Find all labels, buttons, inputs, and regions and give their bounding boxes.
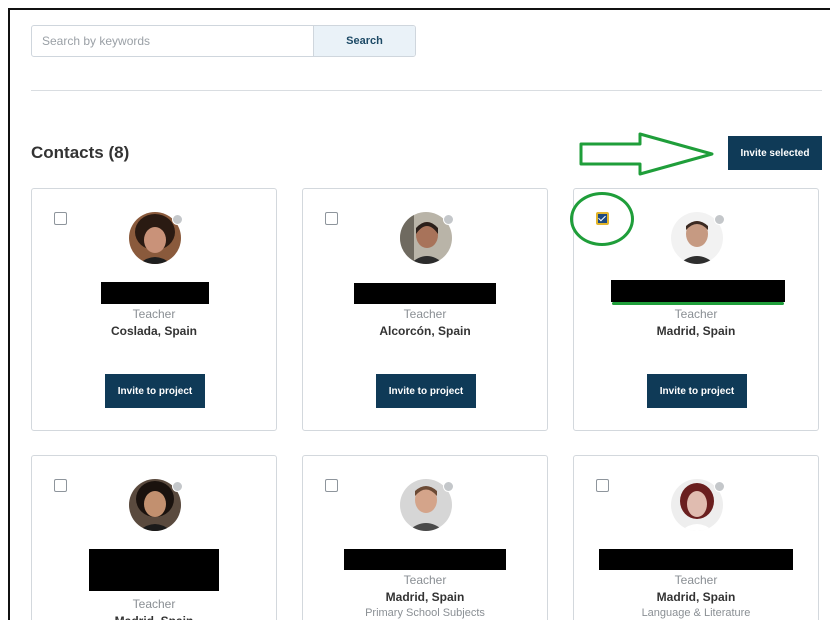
contact-location: Coslada, Spain bbox=[110, 324, 198, 338]
select-checkbox[interactable] bbox=[54, 212, 67, 225]
search-button[interactable]: Search bbox=[313, 26, 415, 56]
contact-card: Teacher Coslada, Spain Invite to project bbox=[31, 188, 277, 431]
select-checkbox[interactable] bbox=[596, 479, 609, 492]
contact-subject: Language & Literature bbox=[641, 607, 751, 619]
contacts-heading: Contacts (8) bbox=[31, 143, 130, 162]
contact-role: Teacher bbox=[403, 573, 447, 587]
invite-selected-button[interactable]: Invite selected bbox=[728, 136, 822, 170]
contact-role: Teacher bbox=[674, 307, 718, 321]
select-checkbox[interactable] bbox=[54, 479, 67, 492]
search-bar: Search bbox=[31, 25, 416, 57]
contact-card: Teacher Madrid, Spain bbox=[31, 455, 277, 630]
invite-to-project-button[interactable]: Invite to project bbox=[376, 374, 476, 408]
redacted-name bbox=[354, 283, 496, 304]
search-input[interactable] bbox=[32, 26, 313, 56]
redacted-name bbox=[89, 549, 219, 591]
annotation-arrow-icon bbox=[579, 132, 714, 176]
contact-role: Teacher bbox=[132, 597, 176, 611]
contact-role: Teacher bbox=[132, 307, 176, 321]
contact-location: Alcorcón, Spain bbox=[379, 324, 471, 338]
contact-subject: Primary School Subjects bbox=[365, 607, 485, 619]
contact-location: Madrid, Spain bbox=[656, 324, 736, 338]
select-checkbox[interactable] bbox=[325, 212, 338, 225]
annotation-circle bbox=[570, 192, 634, 246]
online-status-dot bbox=[172, 214, 183, 225]
screenshot-border-left bbox=[8, 8, 10, 620]
online-status-dot bbox=[443, 214, 454, 225]
contact-role: Teacher bbox=[403, 307, 447, 321]
online-status-dot bbox=[714, 214, 725, 225]
select-checkbox[interactable] bbox=[325, 479, 338, 492]
contact-role: Teacher bbox=[674, 573, 718, 587]
contact-card: Teacher Madrid, Spain Primary School Sub… bbox=[302, 455, 548, 630]
redacted-name bbox=[599, 549, 793, 570]
redacted-name bbox=[344, 549, 506, 570]
online-status-dot bbox=[172, 481, 183, 492]
contact-location: Madrid, Spain bbox=[385, 590, 465, 604]
redacted-name bbox=[101, 282, 209, 304]
online-status-dot bbox=[443, 481, 454, 492]
screenshot-border-top bbox=[8, 8, 830, 10]
annotation-underline bbox=[612, 302, 784, 305]
divider bbox=[31, 90, 822, 91]
contact-card: Teacher Alcorcón, Spain Invite to projec… bbox=[302, 188, 548, 431]
page-cutoff bbox=[0, 620, 830, 640]
invite-to-project-button[interactable]: Invite to project bbox=[105, 374, 205, 408]
contact-location: Madrid, Spain bbox=[656, 590, 736, 604]
online-status-dot bbox=[714, 481, 725, 492]
redacted-name bbox=[611, 280, 785, 302]
invite-to-project-button[interactable]: Invite to project bbox=[647, 374, 747, 408]
contact-card: Teacher Madrid, Spain Language & Literat… bbox=[573, 455, 819, 630]
